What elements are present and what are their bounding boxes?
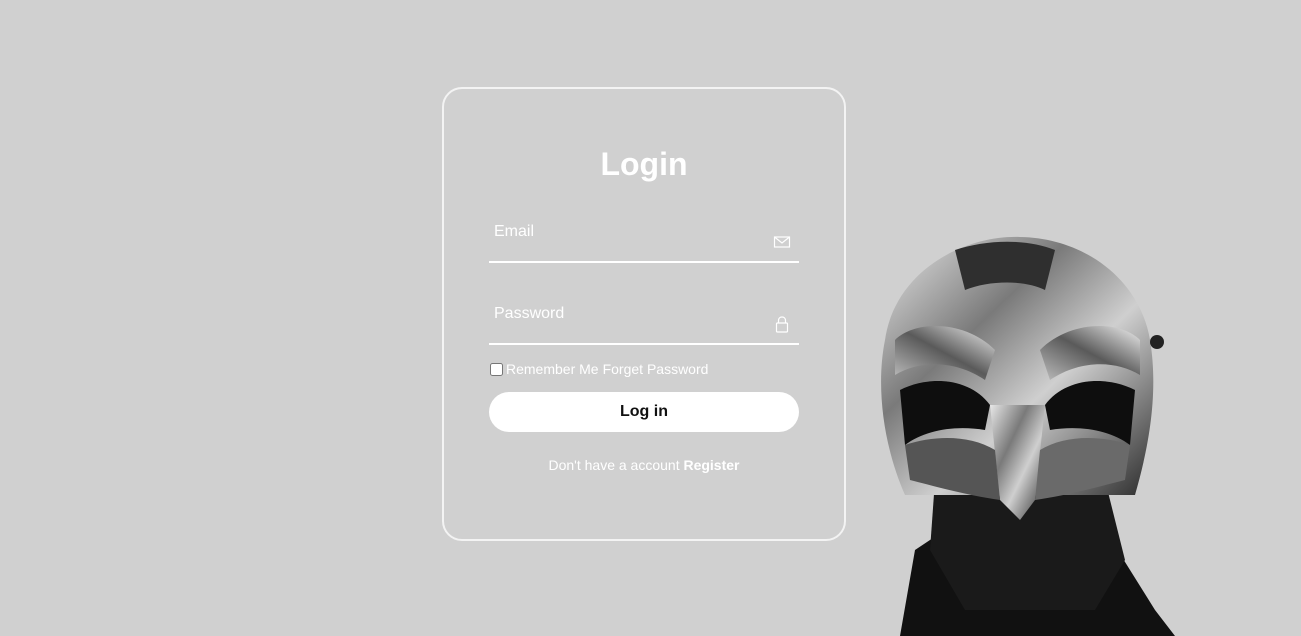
register-link[interactable]: Register bbox=[683, 457, 739, 473]
email-input[interactable] bbox=[489, 213, 799, 261]
login-button[interactable]: Log in bbox=[489, 392, 799, 432]
mail-icon bbox=[773, 236, 791, 248]
remember-label[interactable]: Remember Me bbox=[506, 361, 599, 377]
register-row: Don't have a account Register bbox=[444, 457, 844, 473]
email-field-wrapper bbox=[489, 213, 799, 263]
password-field-wrapper bbox=[489, 295, 799, 345]
password-input[interactable] bbox=[489, 295, 799, 343]
forget-password-link[interactable]: Forget Password bbox=[603, 361, 709, 377]
masked-figure-image bbox=[881, 236, 1175, 636]
login-title: Login bbox=[600, 146, 688, 182]
remember-checkbox[interactable] bbox=[490, 362, 503, 376]
remember-row: Remember Me Forget Password bbox=[489, 361, 708, 377]
login-card: Login Remember Me Forget Password Log in… bbox=[442, 87, 846, 541]
register-prompt: Don't have a account bbox=[548, 457, 680, 473]
lock-icon bbox=[775, 316, 789, 333]
page: Login Remember Me Forget Password Log in… bbox=[0, 0, 1301, 636]
